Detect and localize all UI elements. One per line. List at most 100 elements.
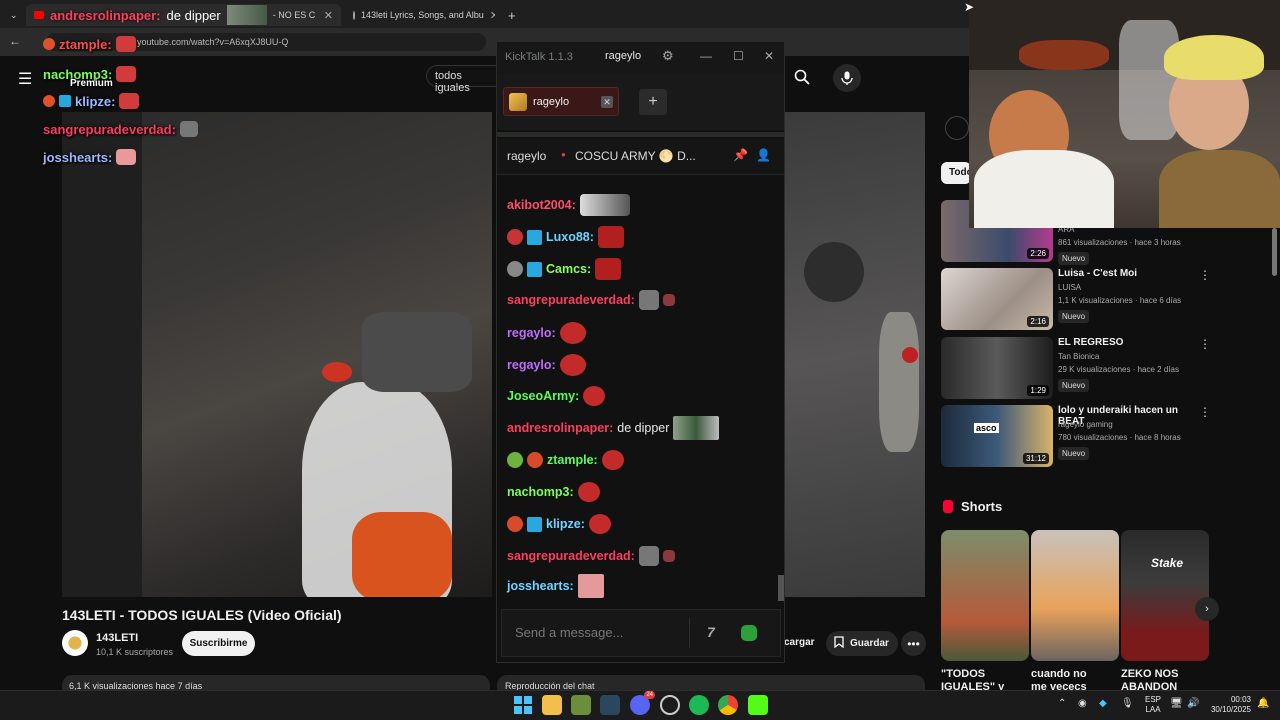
search-icon[interactable]: [785, 64, 819, 90]
message-input[interactable]: Send a message...: [515, 625, 623, 640]
chat-username[interactable]: andresrolinpaper:: [507, 421, 613, 435]
minimize-icon[interactable]: —: [700, 49, 712, 63]
chat-username[interactable]: sangrepuradeverdad:: [507, 549, 635, 563]
cube-badge-icon: [527, 261, 542, 277]
video-player-left[interactable]: [62, 112, 492, 597]
short-thumbnail[interactable]: [1031, 530, 1119, 661]
subscribe-button[interactable]: Suscribirme: [182, 631, 255, 656]
add-tab-button[interactable]: +: [639, 89, 667, 115]
search-input[interactable]: todos iguales: [426, 65, 498, 94]
close-tab-icon[interactable]: ✕: [324, 9, 333, 22]
chat-username[interactable]: klipze:: [546, 517, 585, 531]
chat-username[interactable]: akibot2004:: [507, 198, 576, 212]
chat-text: de dipper: [617, 421, 670, 435]
emote: [116, 149, 137, 165]
discord-icon[interactable]: 24: [630, 691, 655, 715]
new-tab-button[interactable]: +: [500, 4, 524, 26]
channel-name[interactable]: rageylo: [507, 149, 546, 163]
chat-username[interactable]: nachomp3:: [507, 485, 574, 499]
recommendation-thumbnail[interactable]: 2:16: [941, 268, 1053, 330]
recommendation-channel[interactable]: Tan Bionica: [1058, 352, 1099, 361]
recommendation-title[interactable]: Luisa - C'est Moi: [1058, 268, 1198, 279]
recommendation-title[interactable]: EL REGRESO: [1058, 337, 1198, 348]
chat-username[interactable]: Camcs:: [546, 262, 591, 276]
recommendation-channel[interactable]: LUISA: [1058, 283, 1081, 292]
webcam-feed: [969, 0, 1280, 228]
chat-message: andresrolinpaper: de dipper: [507, 416, 720, 440]
close-tab-icon[interactable]: ✕: [601, 95, 613, 108]
tab-youtube-video[interactable]: andresrolinpaper: de dipper - NO ES C ✕: [26, 4, 341, 26]
chat-username[interactable]: JoseoArmy:: [507, 389, 579, 403]
badge-icon: [527, 452, 543, 468]
recommendation-item[interactable]: 1:29 EL REGRESO Tan Bionica 29 K visuali…: [941, 337, 1211, 399]
chat-username[interactable]: Luxo88:: [546, 230, 594, 244]
chevron-right-icon[interactable]: ›: [1195, 597, 1219, 621]
download-button[interactable]: cargar: [784, 637, 815, 648]
more-actions-icon[interactable]: •••: [901, 631, 926, 656]
chat-username[interactable]: regaylo:: [507, 358, 556, 372]
channel-avatar[interactable]: [62, 630, 88, 656]
chat-username[interactable]: josshearts:: [507, 579, 574, 593]
tab-rageylo[interactable]: rageylo ✕: [503, 87, 619, 116]
filter-chip-all[interactable]: Todo: [941, 162, 973, 184]
kicktalk-window: KickTalk 1.1.3 rageylo ⚙ — ☐ ✕ rageylo ✕…: [496, 41, 785, 663]
recommendation-item[interactable]: asco 31:12 lolo y underaiki hacen un BEA…: [941, 405, 1211, 467]
more-options-icon[interactable]: ⋮: [1199, 405, 1211, 419]
close-tab-icon[interactable]: ✕: [490, 9, 495, 22]
channel-name[interactable]: 143LETI: [96, 632, 138, 644]
recommendation-thumbnail[interactable]: 1:29: [941, 337, 1053, 399]
gear-icon[interactable]: ⚙: [662, 48, 674, 64]
microphone-icon[interactable]: [833, 64, 861, 92]
tab-lyrics[interactable]: 143leti Lyrics, Songs, and Albu ✕: [345, 4, 495, 26]
chat-username[interactable]: regaylo:: [507, 326, 556, 340]
save-button[interactable]: Guardar: [826, 631, 898, 656]
minecraft-icon[interactable]: [571, 695, 591, 715]
short-thumbnail[interactable]: Stake: [1121, 530, 1209, 661]
close-icon[interactable]: ✕: [764, 49, 774, 63]
maximize-icon[interactable]: ☐: [733, 49, 744, 63]
current-user[interactable]: rageylo: [605, 50, 641, 62]
chip-prev-icon[interactable]: [945, 116, 969, 140]
tab-search-button[interactable]: ⌄: [2, 4, 22, 26]
recommendation-channel[interactable]: rageylo gaming: [1058, 420, 1113, 429]
windows-start-icon[interactable]: [513, 695, 533, 715]
tray-app-icon[interactable]: ◉: [1078, 698, 1087, 709]
more-options-icon[interactable]: ⋮: [1199, 337, 1211, 351]
kick-emote-icon[interactable]: [741, 625, 757, 641]
network-icon[interactable]: 🖥: [1170, 698, 1183, 709]
pin-icon[interactable]: 📌: [733, 148, 748, 162]
channel-avatar: [509, 92, 527, 111]
chat-username[interactable]: ztample:: [547, 453, 598, 467]
recommendation-meta: 780 visualizaciones · hace 8 horas: [1058, 433, 1181, 442]
user-list-icon[interactable]: 👤: [756, 148, 771, 162]
volume-icon[interactable]: 🔊: [1187, 698, 1199, 709]
clock[interactable]: 00:03 30/10/2025: [1209, 695, 1251, 715]
language-indicator[interactable]: ESP LAA: [1145, 695, 1161, 715]
steam-icon[interactable]: [600, 695, 620, 715]
obs-icon[interactable]: [660, 695, 680, 715]
emote: [601, 450, 624, 470]
7tv-emote-button[interactable]: 7: [707, 624, 715, 640]
chrome-icon[interactable]: [718, 695, 738, 715]
recommendation-item[interactable]: 2:16 Luisa - C'est Moi LUISA 1,1 K visua…: [941, 268, 1211, 330]
chat-username[interactable]: sangrepuradeverdad:: [507, 293, 635, 307]
short-thumbnail[interactable]: [941, 530, 1029, 661]
video-player-right[interactable]: [784, 112, 925, 597]
menu-icon[interactable]: ☰: [18, 69, 32, 89]
genius-icon: [353, 10, 355, 20]
back-icon[interactable]: ←: [9, 34, 21, 48]
chevron-up-icon[interactable]: ⌃: [1058, 698, 1066, 709]
chat-scrollbar[interactable]: [778, 575, 784, 601]
tray-app-icon[interactable]: ◆: [1099, 698, 1107, 709]
kicktalk-icon[interactable]: [748, 695, 768, 715]
more-options-icon[interactable]: ⋮: [1199, 268, 1211, 282]
microphone-icon[interactable]: 🎙: [1121, 698, 1134, 709]
sidebar-scrollbar[interactable]: [1272, 228, 1277, 276]
emote: [115, 36, 136, 52]
emote: [638, 290, 659, 310]
notification-bell-icon[interactable]: 🔔: [1257, 698, 1269, 709]
spotify-icon[interactable]: [689, 695, 709, 715]
emote: [119, 93, 140, 109]
recommendation-thumbnail[interactable]: asco 31:12: [941, 405, 1053, 467]
file-explorer-icon[interactable]: [542, 695, 562, 715]
